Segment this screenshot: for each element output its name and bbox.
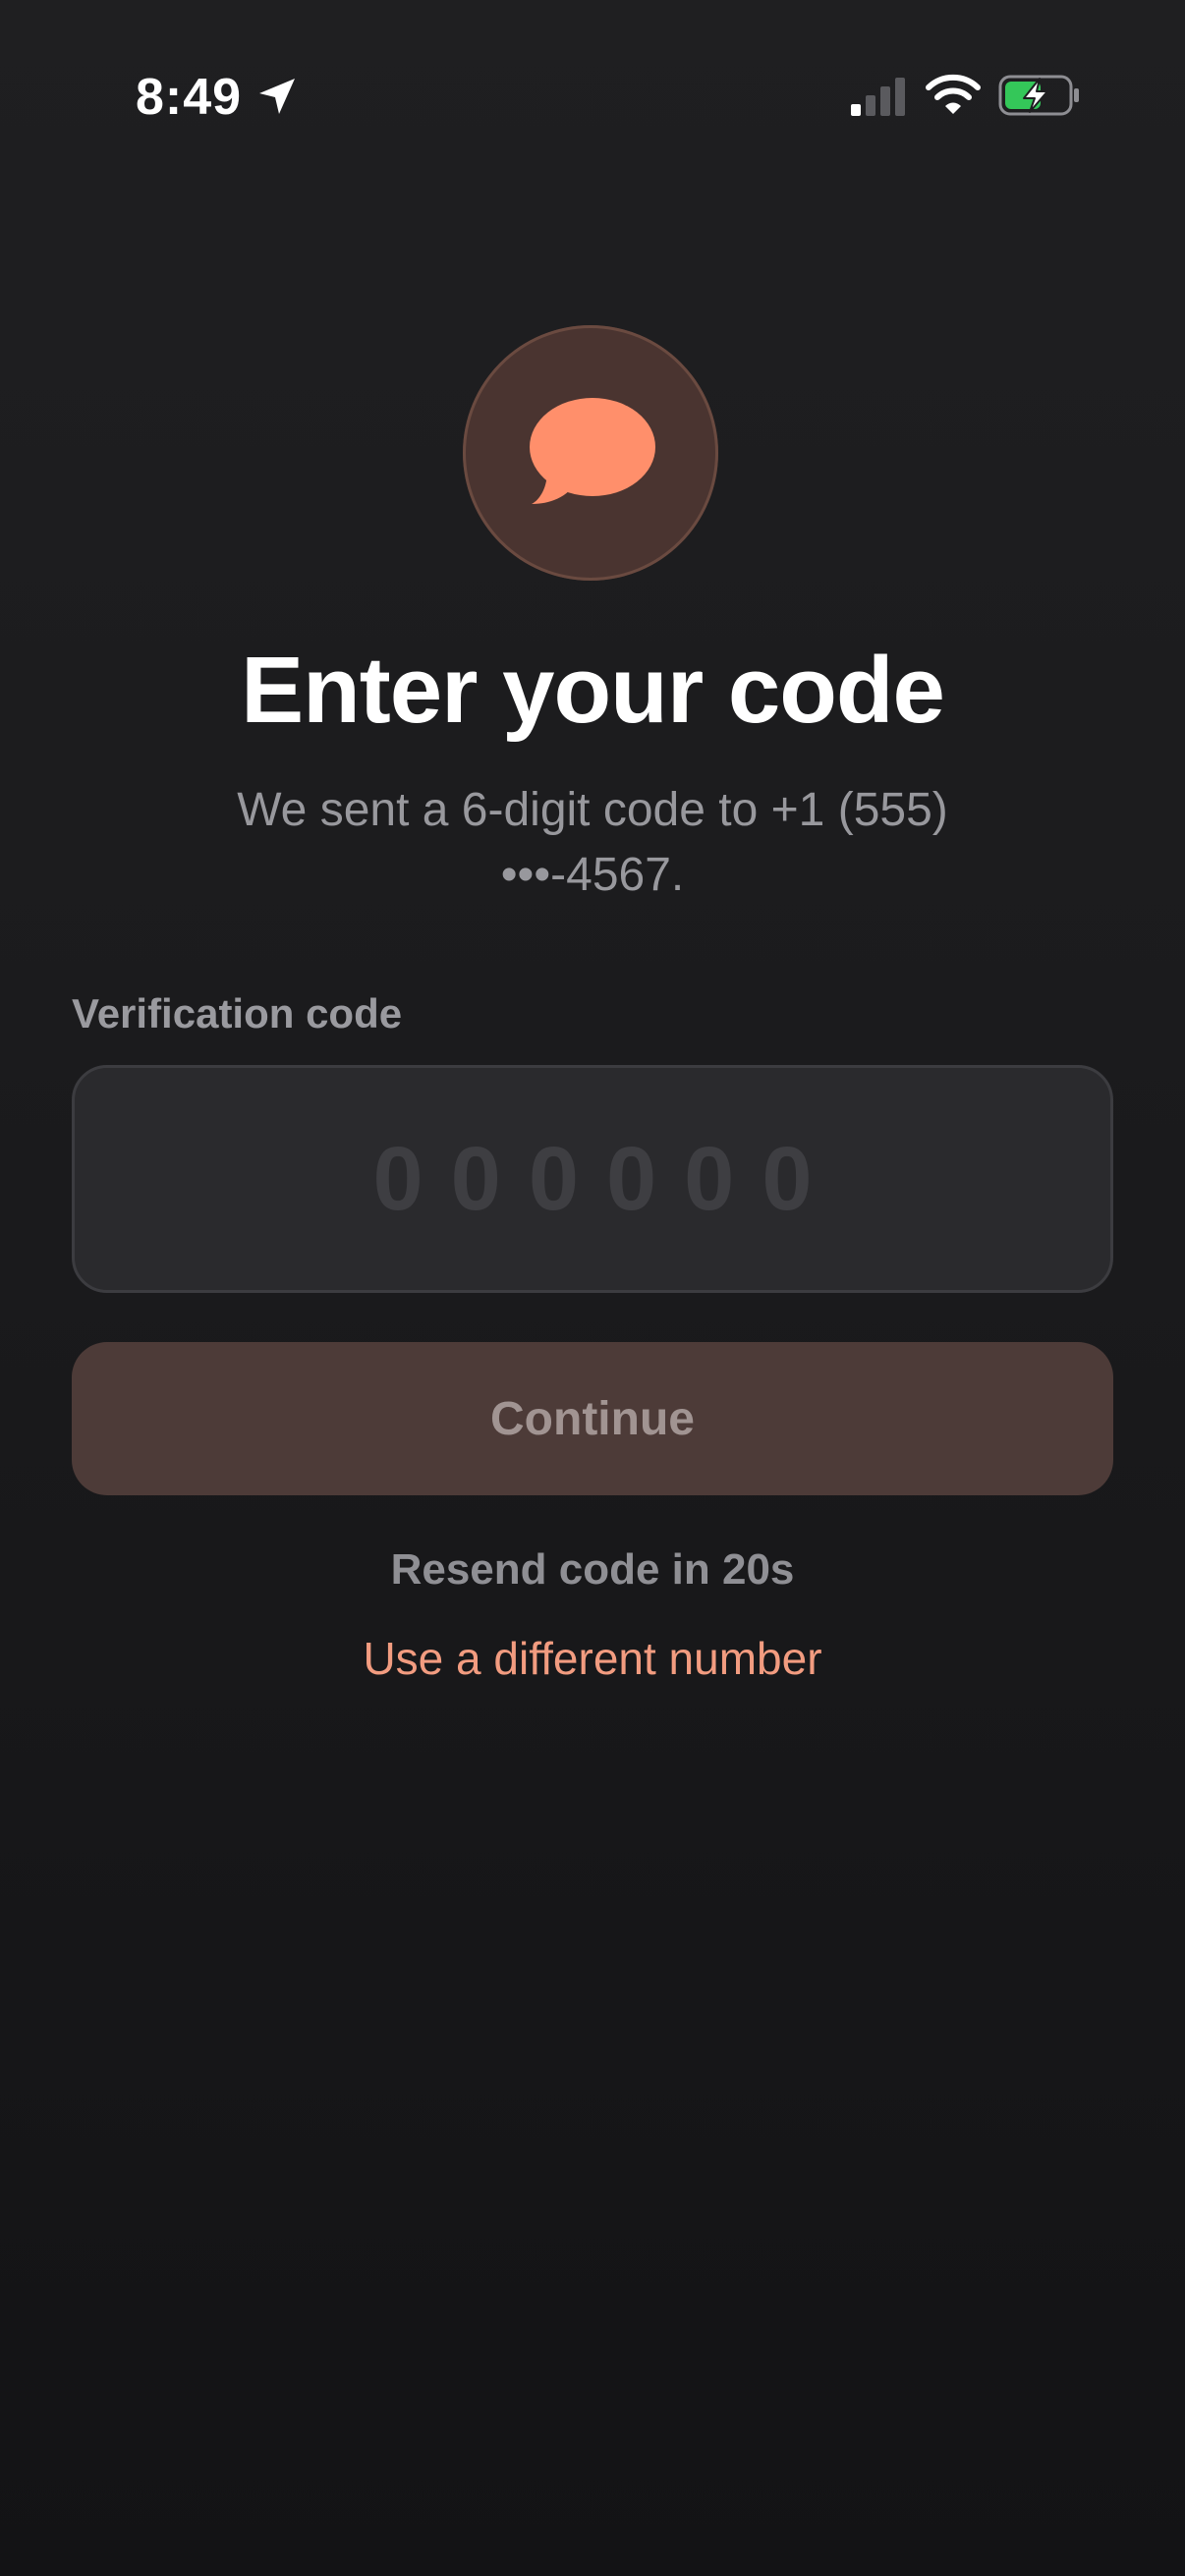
verification-code-label: Verification code	[72, 990, 403, 1036]
wifi-icon	[926, 74, 981, 114]
location-arrow-icon	[259, 79, 295, 114]
verification-code-input[interactable]	[72, 1065, 1113, 1293]
cellular-signal-icon	[851, 78, 905, 116]
page-title: Enter your code	[241, 638, 945, 743]
status-bar: 8:49	[0, 0, 1185, 196]
subtitle: We sent a 6-digit code to +1 (555) •••-4…	[237, 784, 948, 901]
resend-countdown: Resend code in 20s	[390, 1545, 795, 1594]
hero-icon-circle	[463, 325, 718, 581]
status-time: 8:49	[136, 69, 243, 126]
continue-button[interactable]: Continue	[72, 1342, 1113, 1495]
use-different-number-link[interactable]: Use a different number	[298, 1629, 887, 1688]
chat-bubble-icon	[530, 398, 655, 504]
battery-charging-icon	[998, 75, 1079, 116]
